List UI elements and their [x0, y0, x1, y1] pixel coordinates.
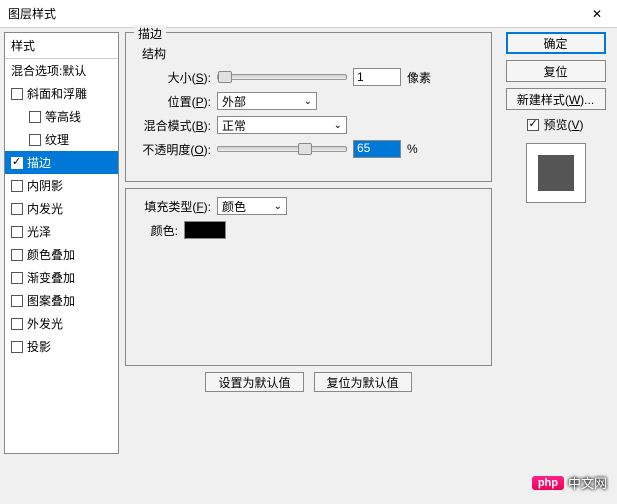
size-unit: 像素	[407, 69, 431, 86]
style-label: 纹理	[45, 131, 69, 148]
opacity-slider[interactable]	[217, 146, 347, 152]
close-button[interactable]: ✕	[577, 0, 617, 28]
reset-default-button[interactable]: 复位为默认值	[314, 372, 412, 392]
opacity-unit: %	[407, 142, 418, 156]
structure-label: 结构	[142, 45, 481, 62]
style-checkbox[interactable]	[11, 88, 23, 100]
fill-type-label: 填充类型(F):	[136, 198, 211, 215]
sidebar-item-6[interactable]: 光泽	[5, 220, 118, 243]
style-checkbox[interactable]	[11, 180, 23, 192]
style-checkbox[interactable]	[11, 157, 23, 169]
style-label: 内发光	[27, 200, 63, 217]
style-label: 图案叠加	[27, 292, 75, 309]
style-label: 斜面和浮雕	[27, 85, 87, 102]
blend-mode-label: 混合模式(B):	[136, 117, 211, 134]
style-label: 光泽	[27, 223, 51, 240]
chevron-down-icon: ⌄	[334, 120, 342, 131]
watermark-badge: php	[532, 476, 564, 490]
style-label: 外发光	[27, 315, 63, 332]
sidebar-item-2[interactable]: 纹理	[5, 128, 118, 151]
preview-box	[526, 143, 586, 203]
size-label: 大小(S):	[136, 69, 211, 86]
new-style-button[interactable]: 新建样式(W)...	[506, 88, 606, 110]
style-checkbox[interactable]	[29, 111, 41, 123]
watermark-text: 中文网	[568, 473, 607, 492]
main-area: 样式 混合选项:默认 斜面和浮雕等高线纹理描边内阴影内发光光泽颜色叠加渐变叠加图…	[0, 28, 617, 458]
sidebar-item-11[interactable]: 投影	[5, 335, 118, 358]
sidebar-blend-options[interactable]: 混合选项:默认	[5, 59, 118, 82]
color-swatch[interactable]	[184, 221, 226, 239]
stroke-group-label: 描边	[134, 25, 166, 42]
close-icon: ✕	[592, 7, 602, 21]
style-checkbox[interactable]	[11, 249, 23, 261]
sidebar-item-9[interactable]: 图案叠加	[5, 289, 118, 312]
style-label: 投影	[27, 338, 51, 355]
position-combo[interactable]: 外部 ⌄	[217, 92, 317, 110]
right-panel: 确定 复位 新建样式(W)... 预览(V)	[498, 32, 613, 454]
center-panel: 描边 结构 大小(S): 像素 位置(P): 外部 ⌄ 混合模式(B): 正常 …	[119, 32, 498, 454]
opacity-input[interactable]: 65	[353, 140, 401, 158]
style-checkbox[interactable]	[11, 318, 23, 330]
color-label: 颜色:	[136, 222, 178, 239]
style-label: 描边	[27, 154, 51, 171]
size-input[interactable]	[353, 68, 401, 86]
preview-checkbox[interactable]	[527, 119, 539, 131]
style-checkbox[interactable]	[11, 341, 23, 353]
style-label: 颜色叠加	[27, 246, 75, 263]
sidebar-header: 样式	[5, 33, 118, 59]
set-default-button[interactable]: 设置为默认值	[205, 372, 303, 392]
chevron-down-icon: ⌄	[304, 96, 312, 107]
preview-inner	[538, 155, 574, 191]
style-label: 内阴影	[27, 177, 63, 194]
sidebar-item-7[interactable]: 颜色叠加	[5, 243, 118, 266]
fill-type-combo[interactable]: 颜色 ⌄	[217, 197, 287, 215]
styles-sidebar: 样式 混合选项:默认 斜面和浮雕等高线纹理描边内阴影内发光光泽颜色叠加渐变叠加图…	[4, 32, 119, 454]
preview-label: 预览(V)	[543, 116, 583, 133]
style-checkbox[interactable]	[11, 295, 23, 307]
opacity-label: 不透明度(O):	[136, 141, 211, 158]
sidebar-item-1[interactable]: 等高线	[5, 105, 118, 128]
sidebar-item-3[interactable]: 描边	[5, 151, 118, 174]
preview-row: 预览(V)	[527, 116, 583, 133]
style-label: 等高线	[45, 108, 81, 125]
chevron-down-icon: ⌄	[274, 201, 282, 212]
blend-mode-combo[interactable]: 正常 ⌄	[217, 116, 347, 134]
sidebar-item-8[interactable]: 渐变叠加	[5, 266, 118, 289]
stroke-group: 描边 结构 大小(S): 像素 位置(P): 外部 ⌄ 混合模式(B): 正常 …	[125, 32, 492, 182]
fill-group: 填充类型(F): 颜色 ⌄ 颜色:	[125, 188, 492, 366]
window-title: 图层样式	[8, 5, 56, 22]
size-slider[interactable]	[217, 74, 347, 80]
cancel-button[interactable]: 复位	[506, 60, 606, 82]
watermark: php 中文网	[532, 473, 607, 492]
style-label: 渐变叠加	[27, 269, 75, 286]
style-checkbox[interactable]	[11, 272, 23, 284]
style-checkbox[interactable]	[11, 203, 23, 215]
sidebar-item-10[interactable]: 外发光	[5, 312, 118, 335]
button-row: 设置为默认值 复位为默认值	[125, 372, 492, 392]
titlebar: 图层样式 ✕	[0, 0, 617, 28]
position-label: 位置(P):	[136, 93, 211, 110]
ok-button[interactable]: 确定	[506, 32, 606, 54]
style-checkbox[interactable]	[29, 134, 41, 146]
sidebar-item-5[interactable]: 内发光	[5, 197, 118, 220]
sidebar-item-0[interactable]: 斜面和浮雕	[5, 82, 118, 105]
style-checkbox[interactable]	[11, 226, 23, 238]
sidebar-item-4[interactable]: 内阴影	[5, 174, 118, 197]
